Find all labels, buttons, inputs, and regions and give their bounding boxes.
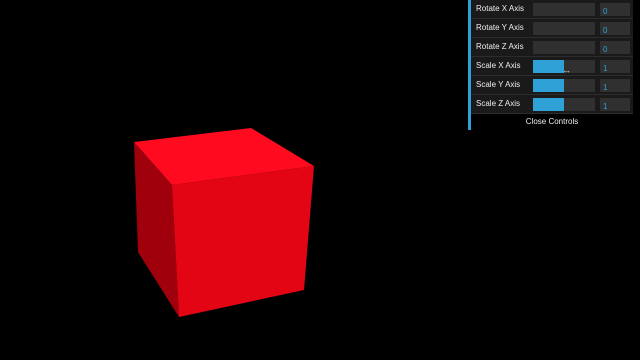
scale-y-slider[interactable] bbox=[533, 79, 595, 92]
slider-fill bbox=[533, 98, 564, 111]
control-rotate-x: Rotate X Axis bbox=[471, 0, 633, 19]
scale-y-input[interactable] bbox=[600, 79, 630, 92]
rotate-y-input[interactable] bbox=[600, 22, 630, 35]
rotate-x-input[interactable] bbox=[600, 3, 630, 16]
rotate-x-slider[interactable] bbox=[533, 3, 595, 16]
slider-fill bbox=[533, 60, 564, 73]
scale-x-input[interactable] bbox=[600, 60, 630, 73]
close-controls-button[interactable]: Close Controls bbox=[471, 114, 633, 130]
control-label: Scale X Axis bbox=[476, 61, 521, 70]
control-label: Rotate Y Axis bbox=[476, 23, 524, 32]
scale-x-slider[interactable] bbox=[533, 60, 595, 73]
rotate-z-slider[interactable] bbox=[533, 41, 595, 54]
scale-z-slider[interactable] bbox=[533, 98, 595, 111]
control-rotate-y: Rotate Y Axis bbox=[471, 19, 633, 38]
controls-panel: Rotate X Axis Rotate Y Axis Rotate Z Axi… bbox=[468, 0, 633, 130]
rotate-z-input[interactable] bbox=[600, 41, 630, 54]
scale-z-input[interactable] bbox=[600, 98, 630, 111]
control-rotate-z: Rotate Z Axis bbox=[471, 38, 633, 57]
control-label: Scale Z Axis bbox=[476, 99, 521, 108]
control-scale-x: Scale X Axis bbox=[471, 57, 633, 76]
control-scale-z: Scale Z Axis bbox=[471, 95, 633, 114]
slider-fill bbox=[533, 79, 564, 92]
control-scale-y: Scale Y Axis bbox=[471, 76, 633, 95]
rotate-y-slider[interactable] bbox=[533, 22, 595, 35]
control-label: Scale Y Axis bbox=[476, 80, 521, 89]
control-label: Rotate X Axis bbox=[476, 4, 525, 13]
cube-front-face bbox=[172, 166, 314, 317]
control-label: Rotate Z Axis bbox=[476, 42, 524, 51]
